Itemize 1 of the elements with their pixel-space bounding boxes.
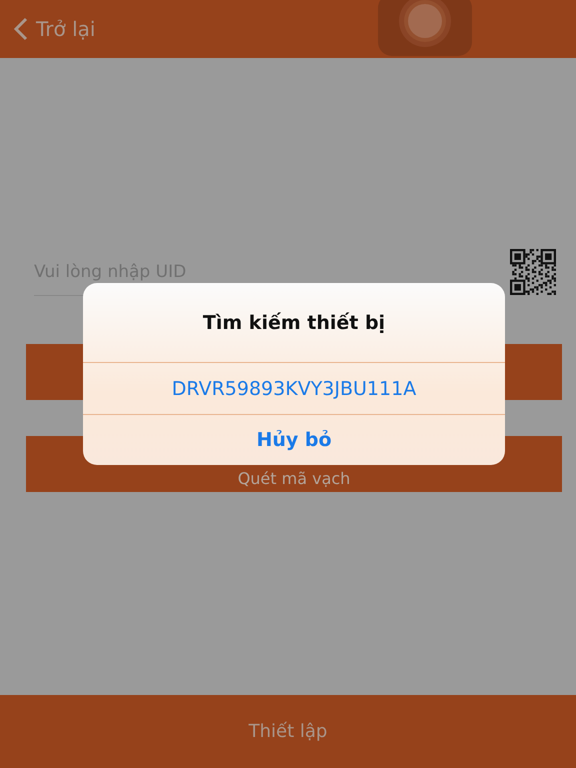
alert-title: Tìm kiếm thiết bị bbox=[83, 283, 505, 363]
